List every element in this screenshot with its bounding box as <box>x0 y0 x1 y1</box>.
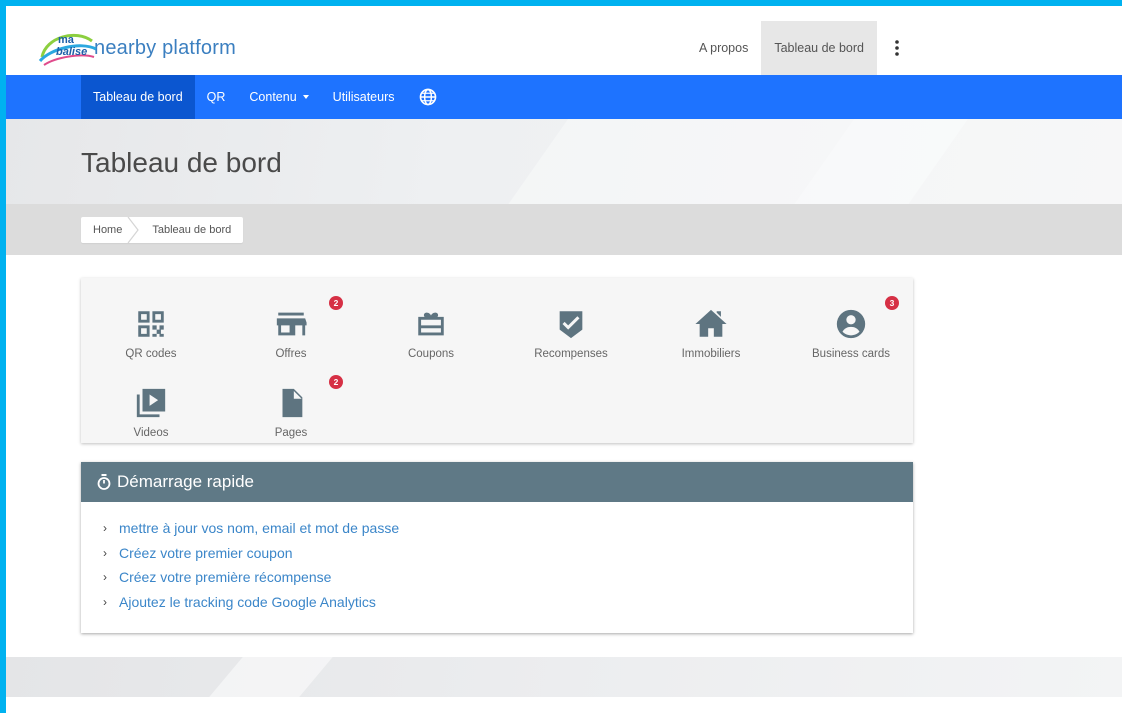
list-item: › Créez votre premier coupon <box>103 541 913 566</box>
footer-decoration <box>209 657 333 697</box>
footer <box>6 657 1122 697</box>
shortcut-business-cards[interactable]: 3 Business cards <box>781 290 921 362</box>
list-item: › mettre à jour vos nom, email et mot de … <box>103 516 913 541</box>
quickstart-panel: Démarrage rapide › mettre à jour vos nom,… <box>81 462 913 633</box>
globe-icon <box>419 88 436 106</box>
shortcut-videos[interactable]: Videos <box>81 369 221 441</box>
page-header: Tableau de bord <box>6 119 1122 204</box>
nav-qr[interactable]: QR <box>195 75 238 119</box>
topnav-about-link[interactable]: A propos <box>686 21 761 75</box>
quickstart-analytics-link[interactable]: Ajoutez le tracking code Google Analytic… <box>119 594 376 610</box>
shortcut-pages[interactable]: 2 Pages <box>221 369 361 441</box>
shortcut-offres[interactable]: 2 Offres <box>221 290 361 362</box>
breadcrumb-home-label: Home <box>93 224 123 236</box>
breadcrumb-home-link[interactable]: Home <box>81 217 140 243</box>
breadcrumb-bar: Home Tableau de bord <box>6 204 1122 255</box>
page-title: Tableau de bord <box>81 147 282 178</box>
shortcut-label: Coupons <box>407 348 455 360</box>
shortcuts-panel: QR codes 2 Offres Coupons Recompenses Im… <box>81 278 913 443</box>
video-library-icon <box>136 388 166 418</box>
nav-users[interactable]: Utilisateurs <box>321 75 407 119</box>
shortcut-label: Offres <box>275 348 307 360</box>
shortcut-recompenses[interactable]: Recompenses <box>501 290 641 362</box>
mabalise-logo-icon: ma balise <box>38 33 97 66</box>
list-item: › Ajoutez le tracking code Google Analyti… <box>103 590 913 615</box>
top-bar: ma balise nearby platform A propos Table… <box>6 21 1122 75</box>
house-icon <box>695 309 727 337</box>
svg-text:balise: balise <box>56 46 87 58</box>
pages-count-badge: 2 <box>329 375 343 389</box>
chevron-right-icon: › <box>103 570 107 585</box>
browser-viewport: ma balise nearby platform A propos Table… <box>6 6 1122 713</box>
store-icon <box>276 312 307 336</box>
document-icon <box>282 388 303 418</box>
offres-count-badge: 2 <box>329 296 343 310</box>
chevron-right-icon: › <box>103 594 107 609</box>
more-menu-button[interactable] <box>877 21 917 75</box>
nav-content-label: Contenu <box>249 90 297 104</box>
nav-dashboard[interactable]: Tableau de bord <box>81 75 195 119</box>
top-nav: A propos Tableau de bord <box>686 21 917 75</box>
quickstart-update-profile-link[interactable]: mettre à jour vos nom, email et mot de p… <box>119 520 399 536</box>
topnav-dashboard-link[interactable]: Tableau de bord <box>761 21 877 75</box>
business-cards-count-badge: 3 <box>885 296 899 310</box>
quickstart-create-reward-link[interactable]: Créez votre première récompense <box>119 569 331 585</box>
quickstart-create-coupon-link[interactable]: Créez votre premier coupon <box>119 545 293 561</box>
account-circle-icon <box>836 309 866 339</box>
breadcrumb-current: Tableau de bord <box>152 224 232 236</box>
breadcrumb: Home Tableau de bord <box>81 217 244 243</box>
shortcut-label: QR codes <box>125 348 177 360</box>
shortcut-label: Videos <box>133 427 169 439</box>
gift-coupon-icon <box>418 312 444 336</box>
stopwatch-icon <box>97 474 111 490</box>
quickstart-list: › mettre à jour vos nom, email et mot de … <box>81 502 913 614</box>
chevron-right-icon: › <box>103 521 107 536</box>
language-button[interactable] <box>407 75 449 119</box>
main-nav: Tableau de bord QR Contenu Utilisateurs <box>6 75 1122 119</box>
shortcut-label: Immobiliers <box>681 348 741 360</box>
caret-down-icon <box>302 95 309 99</box>
shortcut-qr-codes[interactable]: QR codes <box>81 290 221 362</box>
shortcut-label: Business cards <box>812 348 890 360</box>
qr-code-icon <box>138 311 164 337</box>
brand-name: nearby platform <box>94 36 236 59</box>
reward-check-icon <box>559 311 583 339</box>
shortcut-coupons[interactable]: Coupons <box>361 290 501 362</box>
shortcut-label: Pages <box>274 427 308 439</box>
svg-text:ma: ma <box>58 34 75 46</box>
chevron-right-icon: › <box>103 545 107 560</box>
brand-logo[interactable]: ma balise nearby platform <box>36 27 236 69</box>
quickstart-title: Démarrage rapide <box>117 472 255 491</box>
shortcut-label: Recompenses <box>534 348 608 360</box>
list-item: › Créez votre première récompense <box>103 565 913 590</box>
shortcut-immobiliers[interactable]: Immobiliers <box>641 290 781 362</box>
nav-content-dropdown[interactable]: Contenu <box>237 75 320 119</box>
kebab-menu-icon <box>895 40 899 56</box>
quickstart-header: Démarrage rapide <box>81 462 913 502</box>
